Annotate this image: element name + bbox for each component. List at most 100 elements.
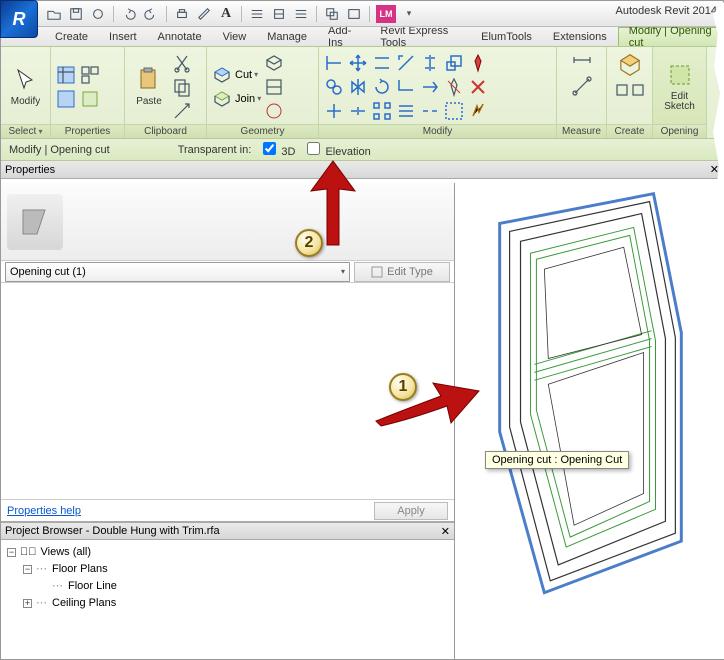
align-icon[interactable] (323, 52, 345, 74)
save-icon[interactable] (67, 5, 85, 23)
panel-geometry: Geometry (207, 124, 318, 138)
tab-manage[interactable]: Manage (257, 27, 318, 46)
tab-elumtools[interactable]: ElumTools (471, 27, 543, 46)
cut-clipboard-icon[interactable] (171, 52, 193, 74)
measure-icon[interactable] (195, 5, 213, 23)
options-context: Modify | Opening cut (9, 144, 110, 156)
open-icon[interactable] (45, 5, 63, 23)
close-views-icon[interactable] (323, 5, 341, 23)
transparent-in-label: Transparent in: (178, 144, 252, 156)
measure-between-icon[interactable] (571, 75, 593, 97)
text-icon[interactable]: A (217, 5, 235, 23)
quick-access-toolbar: A LM ▾ (45, 5, 418, 23)
offset-icon[interactable] (371, 52, 393, 74)
checkbox-elevation[interactable]: Elevation (303, 142, 370, 158)
paste-button[interactable]: Paste (129, 64, 169, 109)
family-category-button[interactable] (79, 88, 101, 110)
project-browser-title: Project Browser - Double Hung with Trim.… (5, 525, 220, 537)
mirror-pick-icon[interactable] (395, 52, 417, 74)
pin-icon[interactable] (467, 52, 489, 74)
tab-addins[interactable]: Add-Ins (318, 27, 370, 46)
panel-clipboard: Clipboard (125, 124, 206, 138)
element-tooltip: Opening cut : Opening Cut (485, 451, 629, 469)
copy-icon[interactable] (323, 76, 345, 98)
ribbon: Modify Select Properties Paste (1, 47, 723, 139)
project-browser-close-icon[interactable]: ✕ (441, 525, 450, 538)
title-bar: R A LM ▾ Autodesk Revit 2014 (1, 1, 723, 27)
array-icon[interactable] (371, 100, 393, 122)
trim-extend-icon[interactable] (323, 100, 345, 122)
panel-measure: Measure (557, 124, 606, 138)
join-geometry-button[interactable]: Join▾ (211, 88, 261, 110)
family-types-button[interactable] (79, 64, 101, 86)
qat-dropdown-icon[interactable]: ▾ (400, 5, 418, 23)
panel-opening: Opening (653, 124, 706, 138)
mirror-draw-icon[interactable] (419, 52, 441, 74)
section-icon[interactable] (270, 5, 288, 23)
unpin-icon[interactable] (443, 76, 465, 98)
3d-viewport[interactable]: Opening cut : Opening Cut (455, 183, 723, 659)
split-face-icon[interactable] (263, 76, 285, 98)
create-group-icon[interactable] (631, 83, 645, 97)
trim-single-icon[interactable] (419, 76, 441, 98)
tab-extensions[interactable]: Extensions (543, 27, 618, 46)
edit-type-button[interactable]: Edit Type (354, 262, 450, 282)
callout-1: 1 (389, 373, 417, 401)
undo-icon[interactable] (120, 5, 138, 23)
project-browser-tree[interactable]: −�⃝Views (all) −⋯Floor Plans ⋯Floor Line… (1, 540, 454, 659)
properties-close-icon[interactable]: ✕ (710, 163, 719, 176)
checkbox-3d[interactable]: 3D (259, 142, 295, 158)
ribbon-tabs: Create Insert Annotate View Manage Add-I… (1, 27, 723, 47)
panel-properties: Properties (51, 124, 124, 138)
mirror-axis-icon[interactable] (347, 76, 369, 98)
paint-icon[interactable] (263, 100, 285, 122)
print-icon[interactable] (173, 5, 191, 23)
move-icon[interactable] (347, 52, 369, 74)
level-icon[interactable] (248, 5, 266, 23)
tab-insert[interactable]: Insert (99, 27, 148, 46)
aligned-dimension-icon[interactable] (571, 49, 593, 71)
type-properties-button[interactable] (55, 88, 77, 110)
split-gap-icon[interactable] (419, 100, 441, 122)
edit-sketch-button[interactable]: Edit Sketch (660, 59, 700, 114)
switch-windows-icon[interactable] (345, 5, 363, 23)
tab-modify-opening-cut[interactable]: Modify | Opening cut (618, 27, 723, 46)
trim-corner-icon[interactable] (395, 76, 417, 98)
split-icon[interactable] (347, 100, 369, 122)
properties-help-link[interactable]: Properties help (7, 505, 81, 517)
create-similar-icon[interactable] (614, 49, 646, 81)
properties-button[interactable] (55, 64, 77, 86)
app-menu-button[interactable]: R (0, 0, 38, 38)
demolish-icon[interactable] (467, 100, 489, 122)
type-preview-icon (7, 194, 63, 250)
panel-modify: Modify (319, 124, 556, 138)
panel-create: Create (607, 124, 652, 138)
arrow-1 (371, 371, 481, 431)
thinlines-icon[interactable] (292, 5, 310, 23)
options-bar: Modify | Opening cut Transparent in: 3D … (1, 139, 723, 161)
type-selector[interactable]: Opening cut (1) (5, 262, 350, 282)
delete-icon[interactable] (467, 76, 489, 98)
scale-icon[interactable] (443, 52, 465, 74)
load-family-icon[interactable] (615, 83, 629, 97)
void-cut-icon[interactable] (263, 52, 285, 74)
match-type-icon[interactable] (171, 100, 193, 122)
extend-multiple-icon[interactable] (395, 100, 417, 122)
copy-clipboard-icon[interactable] (171, 76, 193, 98)
app-title: Autodesk Revit 2014 (615, 5, 717, 17)
tab-view[interactable]: View (213, 27, 258, 46)
group-icon[interactable] (443, 100, 465, 122)
cut-geometry-button[interactable]: Cut▾ (211, 64, 261, 86)
tab-revit-express[interactable]: Revit Express Tools (370, 27, 471, 46)
lm-icon[interactable]: LM (376, 5, 396, 23)
sync-icon[interactable] (89, 5, 107, 23)
rotate-icon[interactable] (371, 76, 393, 98)
properties-palette: Opening cut (1) Edit Type Properties hel… (1, 183, 454, 522)
project-browser-header: Project Browser - Double Hung with Trim.… (1, 522, 454, 540)
panel-select[interactable]: Select (1, 124, 50, 138)
tab-annotate[interactable]: Annotate (148, 27, 213, 46)
apply-button[interactable]: Apply (374, 502, 448, 520)
tab-create[interactable]: Create (45, 27, 99, 46)
redo-icon[interactable] (142, 5, 160, 23)
modify-tool[interactable]: Modify (6, 64, 46, 109)
